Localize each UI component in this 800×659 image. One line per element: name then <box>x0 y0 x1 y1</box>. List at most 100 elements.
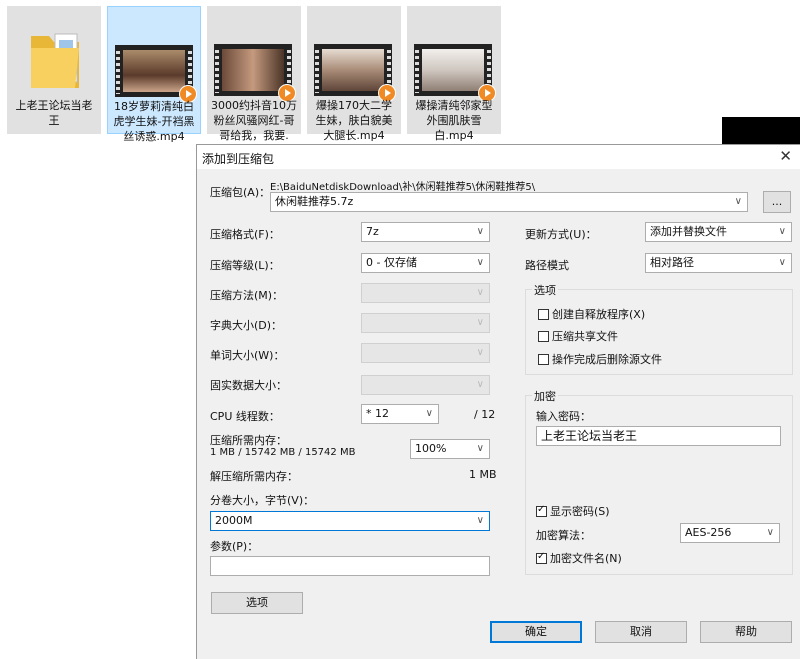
file-name: 3000约抖音10万粉丝风骚网红-哥哥给我，我要. <box>211 99 297 142</box>
file-name: 爆操170大二学生妹，肤白貌美大腿长.mp4 <box>315 99 393 142</box>
memory-info: 1 MB / 15742 MB / 15742 MB <box>210 447 356 458</box>
encryption-method-value: AES-256 <box>685 526 732 539</box>
encryption-group-title: 加密 <box>532 388 558 404</box>
solid-size-combo[interactable]: ∨ <box>361 375 490 395</box>
options-button[interactable]: 选项 <box>211 592 303 614</box>
close-icon[interactable]: ✕ <box>779 147 792 165</box>
chevron-down-icon: ∨ <box>778 226 786 237</box>
encryption-group: 加密 输入密码： 上老王论坛当老王 显示密码(S) 加密算法： AES-256 … <box>525 388 793 575</box>
video-thumbnail <box>214 44 296 102</box>
format-label: 压缩格式(F)： <box>210 228 280 241</box>
encryption-method-combo[interactable]: AES-256 ∨ <box>680 523 780 543</box>
format-value: 7z <box>366 225 379 238</box>
update-mode-label: 更新方式(U)： <box>525 228 597 241</box>
desktop-video-item[interactable]: 18岁萝莉清纯白虎学生妹-开裆黑丝诱惑.mp4 <box>107 6 201 143</box>
encryption-method-label: 加密算法： <box>536 529 591 542</box>
chevron-down-icon: ∨ <box>476 257 484 268</box>
ok-button[interactable]: 确定 <box>490 621 582 643</box>
shared-files-checkbox[interactable]: 压缩共享文件 <box>538 328 618 344</box>
archive-name-combo[interactable]: 休闲鞋推荐5.7z ∨ <box>270 192 748 212</box>
desktop-video-item[interactable]: 爆操清纯邻家型外围肌肤雪白.mp4 <box>407 6 501 142</box>
video-thumbnail <box>314 44 396 102</box>
chevron-down-icon: ∨ <box>734 196 742 207</box>
volume-size-label: 分卷大小，字节(V)： <box>210 494 315 507</box>
update-mode-value: 添加并替换文件 <box>650 225 727 238</box>
level-value: 0 - 仅存储 <box>366 256 417 269</box>
password-label: 输入密码： <box>536 410 591 423</box>
encrypt-names-checkbox[interactable]: 加密文件名(N) <box>536 550 622 566</box>
decompress-memory-label: 解压缩所需内存： <box>210 470 298 483</box>
level-label: 压缩等级(L)： <box>210 259 280 272</box>
chevron-down-icon: ∨ <box>425 408 433 419</box>
chevron-down-icon: ∨ <box>778 257 786 268</box>
path-mode-combo[interactable]: 相对路径 ∨ <box>645 253 792 273</box>
method-combo[interactable]: ∨ <box>361 283 490 303</box>
encrypt-names-label: 加密文件名(N) <box>550 552 622 565</box>
word-size-combo[interactable]: ∨ <box>361 343 490 363</box>
shared-files-label: 压缩共享文件 <box>552 330 618 343</box>
memory-percent-combo[interactable]: 100% ∨ <box>410 439 490 459</box>
options-group-title: 选项 <box>532 282 558 298</box>
path-mode-value: 相对路径 <box>650 256 694 269</box>
path-mode-label: 路径模式 <box>525 259 569 272</box>
file-name: 18岁萝莉清纯白虎学生妹-开裆黑丝诱惑.mp4 <box>113 100 195 143</box>
dialog-titlebar: 添加到压缩包 ✕ <box>197 145 800 169</box>
archive-name-value: 休闲鞋推荐5.7z <box>275 195 354 208</box>
word-size-label: 单词大小(W)： <box>210 349 285 362</box>
chevron-down-icon: ∨ <box>766 527 774 538</box>
format-combo[interactable]: 7z ∨ <box>361 222 490 242</box>
archive-label: 压缩包(A)： <box>210 186 271 199</box>
password-input[interactable]: 上老王论坛当老王 <box>536 426 781 446</box>
decompress-memory-value: 1 MB <box>469 468 497 481</box>
show-password-label: 显示密码(S) <box>550 505 610 518</box>
help-button[interactable]: 帮助 <box>700 621 792 643</box>
archive-path: E:\BaiduNetdiskDownload\补\休闲鞋推荐5\休闲鞋推荐5\ <box>270 182 536 193</box>
volume-size-combo[interactable]: 2000M ∨ <box>210 511 490 531</box>
memory-label: 压缩所需内存： <box>210 434 287 447</box>
dialog-title: 添加到压缩包 <box>202 152 275 166</box>
desktop-video-item[interactable]: 3000约抖音10万粉丝风骚网红-哥哥给我，我要. <box>207 6 301 142</box>
parameters-input[interactable] <box>210 556 490 576</box>
checkbox-checked-icon <box>536 551 547 564</box>
volume-size-value: 2000M <box>215 514 253 527</box>
video-thumbnail <box>414 44 496 102</box>
desktop-video-item[interactable]: 爆操170大二学生妹，肤白貌美大腿长.mp4 <box>307 6 401 142</box>
cpu-threads-label: CPU 线程数： <box>210 410 280 423</box>
checkbox-icon <box>538 354 549 365</box>
dictionary-combo[interactable]: ∨ <box>361 313 490 333</box>
checkbox-icon <box>538 331 549 342</box>
method-label: 压缩方法(M)： <box>210 289 284 302</box>
memory-percent-value: 100% <box>415 442 447 455</box>
cpu-threads-value: * 12 <box>366 407 389 420</box>
black-overlay <box>722 117 800 145</box>
video-thumbnail <box>115 45 197 103</box>
parameters-label: 参数(P)： <box>210 540 259 553</box>
show-password-checkbox[interactable]: 显示密码(S) <box>536 503 610 519</box>
chevron-down-icon: ∨ <box>476 287 484 298</box>
file-name: 爆操清纯邻家型外围肌肤雪白.mp4 <box>415 99 493 142</box>
delete-after-checkbox[interactable]: 操作完成后删除源文件 <box>538 351 662 367</box>
checkbox-checked-icon <box>536 504 547 517</box>
desktop-folder-item[interactable]: 上老王论坛当老王 <box>7 6 101 134</box>
checkbox-icon <box>538 309 549 320</box>
options-group: 选项 创建自释放程序(X) 压缩共享文件 操作完成后删除源文件 <box>525 282 793 375</box>
delete-after-label: 操作完成后删除源文件 <box>552 353 662 366</box>
add-to-archive-dialog: 添加到压缩包 ✕ 压缩包(A)： E:\BaiduNetdiskDownload… <box>196 144 800 659</box>
cpu-threads-max: / 12 <box>474 408 496 421</box>
browse-button[interactable]: ... <box>763 191 791 213</box>
dictionary-label: 字典大小(D)： <box>210 319 283 332</box>
file-name: 上老王论坛当老王 <box>15 99 93 127</box>
chevron-down-icon: ∨ <box>476 347 484 358</box>
chevron-down-icon: ∨ <box>476 317 484 328</box>
level-combo[interactable]: 0 - 仅存储 ∨ <box>361 253 490 273</box>
cancel-button[interactable]: 取消 <box>595 621 687 643</box>
sfx-label: 创建自释放程序(X) <box>552 308 646 321</box>
cpu-threads-combo[interactable]: * 12 ∨ <box>361 404 439 424</box>
update-mode-combo[interactable]: 添加并替换文件 ∨ <box>645 222 792 242</box>
sfx-checkbox[interactable]: 创建自释放程序(X) <box>538 306 645 322</box>
chevron-down-icon: ∨ <box>476 515 484 526</box>
solid-size-label: 固实数据大小： <box>210 379 287 392</box>
chevron-down-icon: ∨ <box>476 443 484 454</box>
chevron-down-icon: ∨ <box>476 379 484 390</box>
folder-icon <box>31 33 79 88</box>
